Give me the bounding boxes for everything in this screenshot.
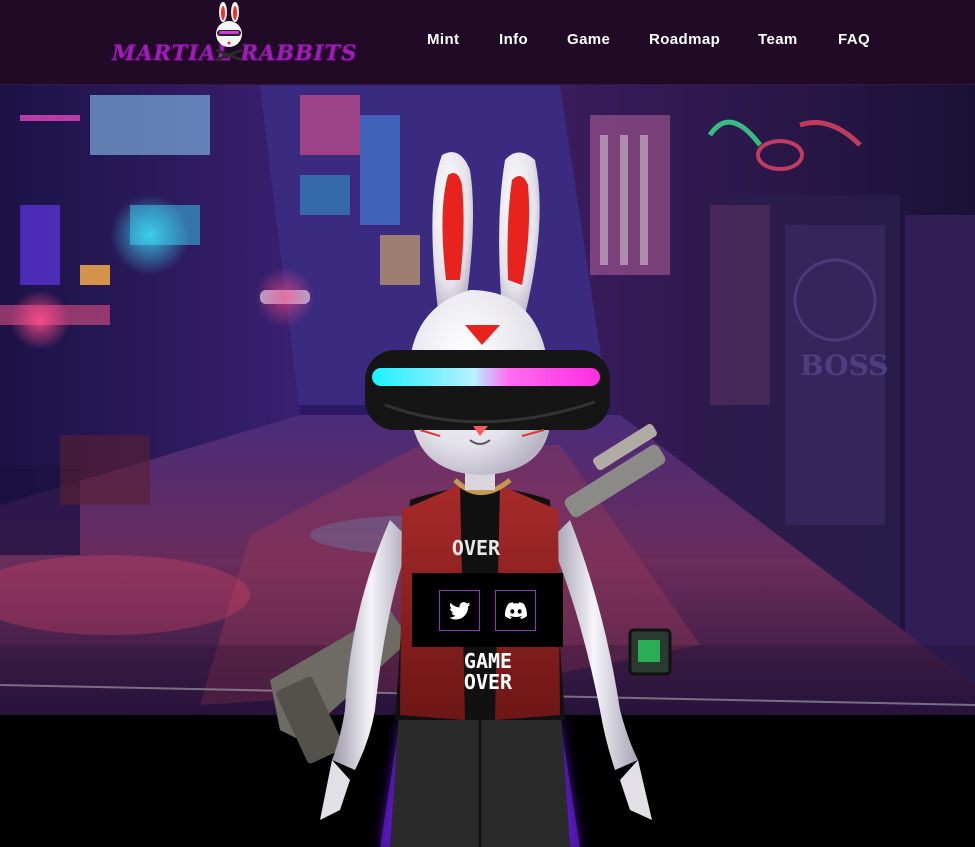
shirt-text-top: OVER <box>452 536 501 560</box>
nav-info[interactable]: Info <box>499 31 528 48</box>
nav-mint[interactable]: Mint <box>427 31 459 48</box>
twitter-button[interactable] <box>439 590 480 631</box>
social-links-panel <box>412 573 563 647</box>
main-nav: Mint Info Game Roadmap Team FAQ <box>0 31 975 53</box>
rabbit-character-illustration: OVER GAME OVER <box>270 152 672 847</box>
discord-button[interactable] <box>495 590 536 631</box>
back-sword <box>564 424 666 518</box>
nav-game[interactable]: Game <box>567 31 610 48</box>
nav-team[interactable]: Team <box>758 31 798 48</box>
nav-faq[interactable]: FAQ <box>838 31 870 48</box>
twitter-icon <box>448 601 470 619</box>
boss-sign-text: BOSS <box>800 349 888 382</box>
discord-icon <box>504 602 527 619</box>
shirt-text-over: OVER <box>464 670 513 694</box>
nav-roadmap[interactable]: Roadmap <box>649 31 720 48</box>
site-header: MARTIAL RABBITS Mint Info Game Roadmap T… <box>0 0 975 85</box>
